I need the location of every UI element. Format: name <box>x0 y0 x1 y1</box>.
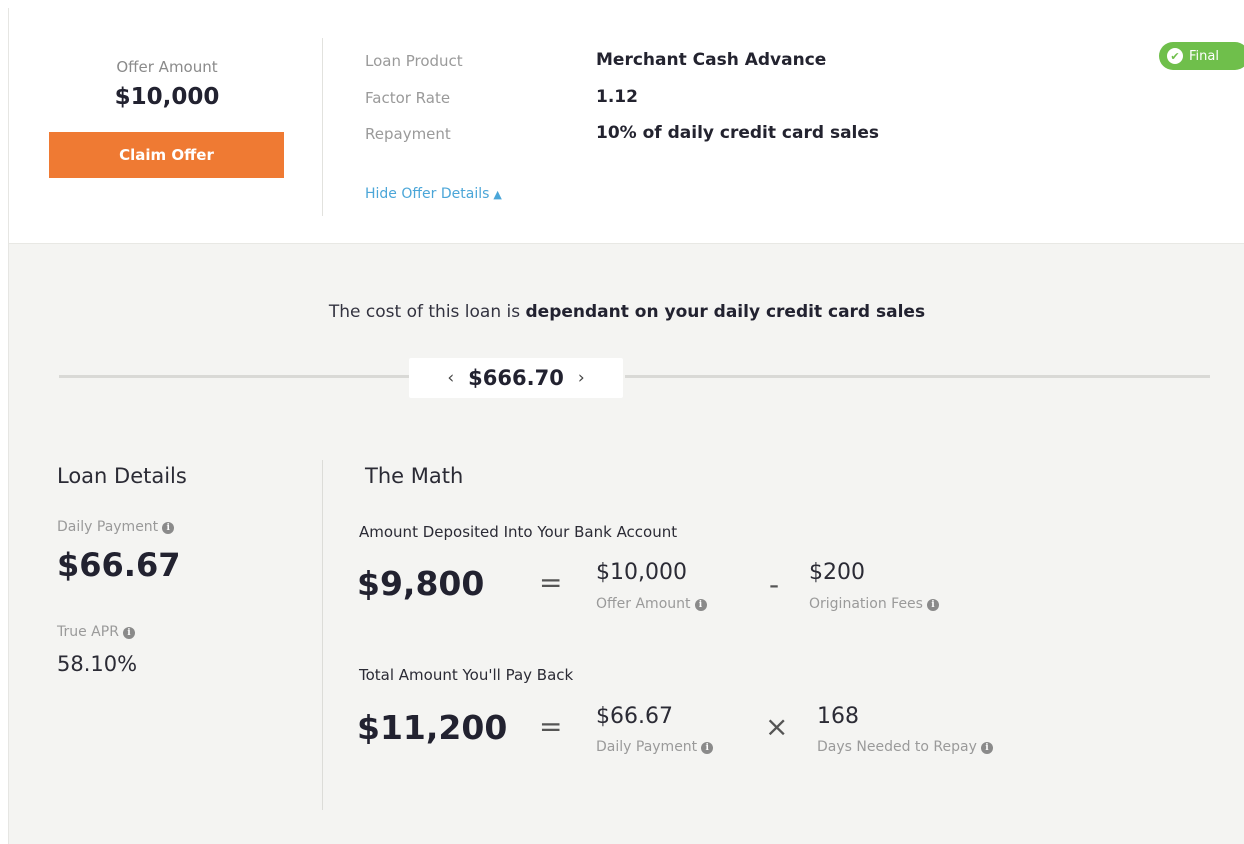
minus-operator: - <box>769 568 780 601</box>
info-icon[interactable]: i <box>162 522 175 534</box>
divider <box>322 38 323 216</box>
equals-operator: = <box>539 566 563 599</box>
origination-fees-label: Origination Fees i <box>809 596 939 612</box>
factor-rate-label: Factor Rate <box>365 89 451 107</box>
sales-selector-value: $666.70 <box>468 366 564 390</box>
slider-track-right <box>625 375 1210 378</box>
payback-daily-payment-value: $66.67 <box>596 704 673 729</box>
loan-product-value: Merchant Cash Advance <box>596 50 827 70</box>
days-to-repay-label-text: Days Needed to Repay <box>817 739 977 755</box>
cost-note: The cost of this loan is dependant on yo… <box>9 302 1244 322</box>
info-icon[interactable]: i <box>694 599 707 611</box>
payback-total: $11,200 <box>357 708 508 747</box>
claim-offer-button[interactable]: Claim Offer <box>49 132 284 178</box>
info-icon[interactable]: i <box>701 742 714 754</box>
payback-daily-payment-label: Daily Payment i <box>596 739 714 755</box>
hide-offer-details-link[interactable]: Hide Offer Details ▲ <box>365 186 502 202</box>
daily-payment-label-text: Daily Payment <box>57 519 159 535</box>
repayment-value: 10% of daily credit card sales <box>596 123 880 143</box>
repayment-label: Repayment <box>365 125 451 143</box>
deposit-offer-amount-label-text: Offer Amount <box>596 596 691 612</box>
true-apr-label-text: True APR <box>57 624 119 640</box>
loan-product-label: Loan Product <box>365 52 463 70</box>
multiply-operator: × <box>765 710 789 743</box>
equals-operator: = <box>539 710 563 743</box>
slider-track-left <box>59 375 409 378</box>
hide-offer-details-label: Hide Offer Details <box>365 186 490 202</box>
daily-payment-value: $66.67 <box>57 546 181 584</box>
offer-amount: $10,000 <box>114 84 220 110</box>
the-math-title: The Math <box>365 464 464 488</box>
deposit-label: Amount Deposited Into Your Bank Account <box>359 523 678 541</box>
status-badge: ✔ Final <box>1159 42 1244 70</box>
sales-selector: ‹ $666.70 › <box>409 358 623 398</box>
offer-card: Offer Amount $10,000 Claim Offer Loan Pr… <box>8 8 1244 844</box>
payback-label: Total Amount You'll Pay Back <box>359 666 574 684</box>
deposit-total: $9,800 <box>357 564 485 603</box>
true-apr-label: True APR i <box>57 624 135 640</box>
payback-daily-payment-label-text: Daily Payment <box>596 739 698 755</box>
deposit-offer-amount-value: $10,000 <box>596 560 687 585</box>
info-icon[interactable]: i <box>926 599 939 611</box>
origination-fees-value: $200 <box>809 560 865 585</box>
divider <box>322 460 323 810</box>
chevron-left-icon[interactable]: ‹ <box>433 368 468 388</box>
loan-details-title: Loan Details <box>57 464 187 488</box>
daily-payment-label: Daily Payment i <box>57 519 175 535</box>
cost-note-prefix: The cost of this loan is <box>328 302 526 322</box>
cost-note-emphasis: dependant on your daily credit card sale… <box>525 302 926 322</box>
offer-summary: Offer Amount $10,000 Claim Offer Loan Pr… <box>9 8 1244 244</box>
check-icon: ✔ <box>1167 48 1183 64</box>
info-icon[interactable]: i <box>122 627 135 639</box>
info-icon[interactable]: i <box>980 742 993 754</box>
deposit-offer-amount-label: Offer Amount i <box>596 596 707 612</box>
status-badge-label: Final <box>1189 48 1219 64</box>
true-apr-value: 58.10% <box>57 652 138 676</box>
offer-amount-label: Offer Amount <box>116 58 218 76</box>
days-to-repay-label: Days Needed to Repay i <box>817 739 993 755</box>
factor-rate-value: 1.12 <box>596 87 638 107</box>
origination-fees-label-text: Origination Fees <box>809 596 923 612</box>
chevron-right-icon[interactable]: › <box>564 368 599 388</box>
days-to-repay-value: 168 <box>817 704 859 729</box>
chevron-up-icon: ▲ <box>493 188 502 201</box>
